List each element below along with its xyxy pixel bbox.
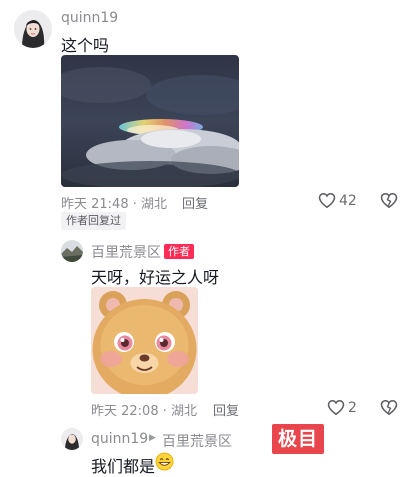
reply-username[interactable]: 百里荒景区 [91, 242, 161, 262]
reply-meta: 昨天 22:08 · 湖北 [91, 404, 197, 419]
heart-icon[interactable] [327, 399, 345, 416]
author-tag: 作者 [164, 244, 194, 259]
reply-reply-button[interactable]: 回复 [213, 400, 239, 419]
reply-arrow-icon: ▶ [149, 433, 156, 443]
avatar-quinn19-small[interactable] [61, 428, 83, 450]
avatar-quinn19[interactable] [14, 10, 52, 48]
comment-reply-button[interactable]: 回复 [182, 193, 208, 212]
comment-username[interactable]: quinn19 [61, 10, 118, 26]
nested-target-username[interactable]: 百里荒景区 [162, 431, 232, 451]
reply-sticker-bear[interactable] [91, 287, 198, 394]
nested-username[interactable]: quinn19 [91, 431, 148, 447]
author-replied-badge: 作者回复过 [61, 212, 126, 230]
comment-image-rainbow-cloud[interactable] [61, 55, 239, 187]
reply-like-count: 2 [348, 400, 357, 416]
watermark-logo: 极目 [272, 424, 325, 454]
grin-emoji-icon [155, 452, 174, 471]
avatar-bailihuang[interactable] [61, 240, 83, 262]
dislike-icon[interactable] [380, 192, 398, 209]
dislike-icon[interactable] [380, 399, 398, 416]
reply-text: 天呀，好运之人呀 [91, 268, 220, 287]
comment-like-count: 42 [339, 193, 357, 209]
comment-meta: 昨天 21:48 · 湖北 [61, 197, 167, 212]
heart-icon[interactable] [318, 192, 336, 209]
comment-text: 这个吗 [61, 36, 110, 55]
nested-text: 我们都是 [91, 457, 156, 476]
